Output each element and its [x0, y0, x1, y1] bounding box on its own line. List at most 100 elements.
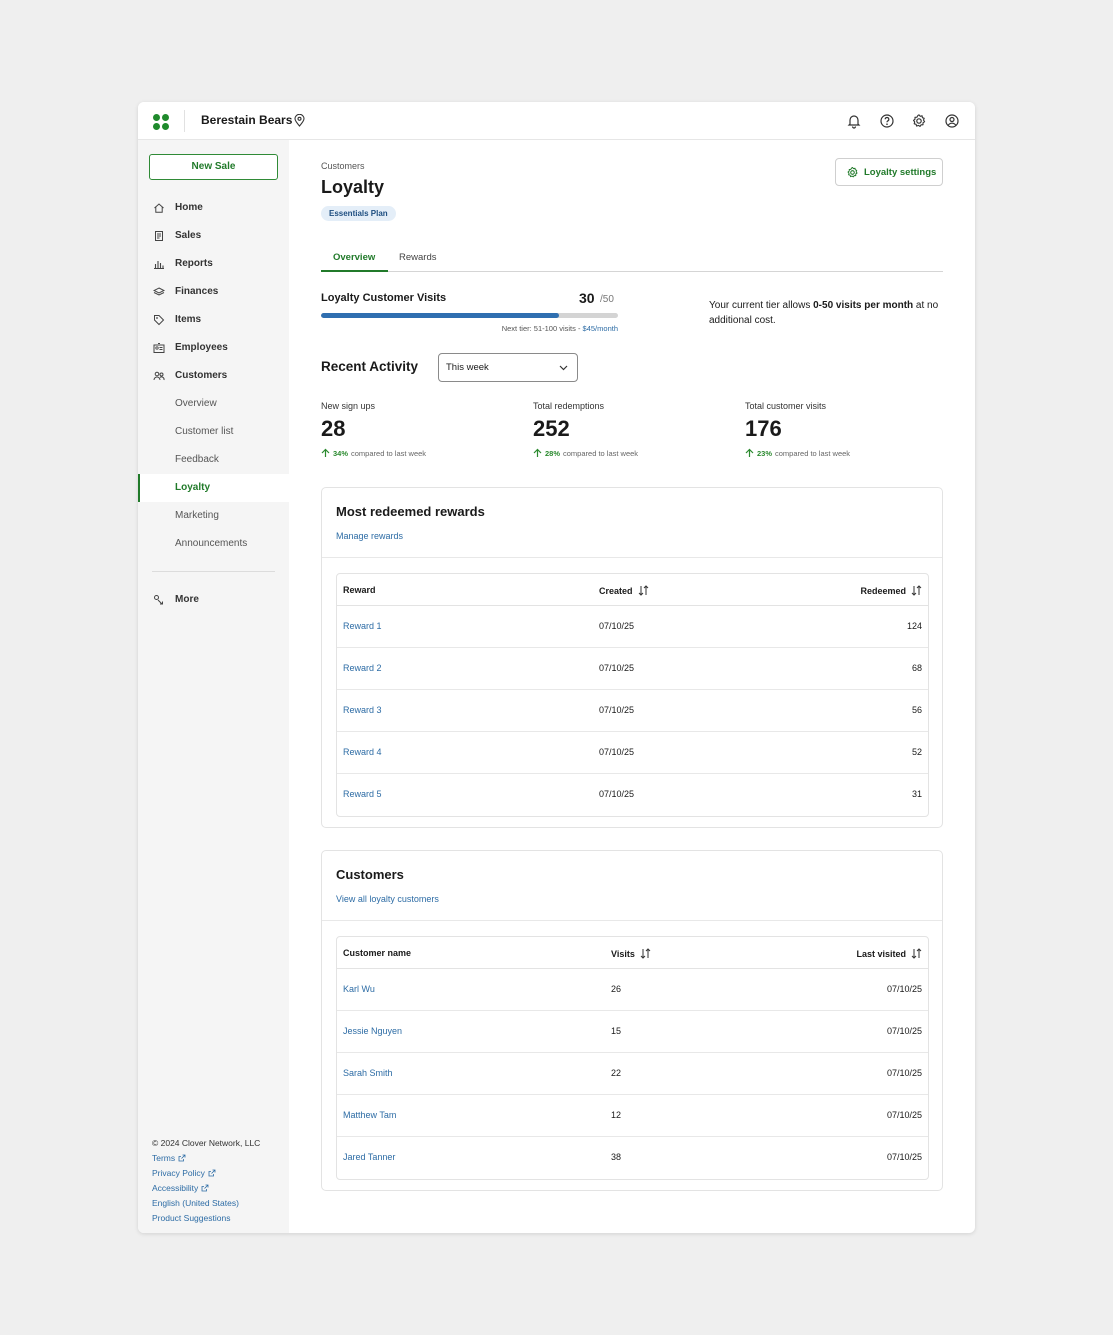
column-header-redeemed[interactable]: Redeemed: [860, 585, 922, 596]
new-sale-button[interactable]: New Sale: [149, 154, 278, 180]
loyalty-settings-button[interactable]: Loyalty settings: [835, 158, 943, 186]
reward-name-link[interactable]: Reward 3: [343, 705, 382, 715]
reward-name-link[interactable]: Reward 1: [343, 621, 382, 631]
receipt-icon: [155, 231, 163, 241]
column-header-visits[interactable]: Visits: [611, 948, 651, 959]
sidebar-item-more[interactable]: More: [138, 586, 289, 614]
stat-label: New sign ups: [321, 401, 376, 411]
sidebar-item-customers[interactable]: Customers: [138, 362, 289, 390]
visits-value: 30: [579, 290, 595, 306]
stat-value: 176: [745, 416, 782, 441]
sidebar-subitem-label: Loyalty: [175, 482, 211, 493]
help-icon[interactable]: [879, 113, 895, 129]
sidebar-item-label: Home: [175, 202, 203, 213]
sidebar-subitem-label: Customer list: [175, 426, 234, 437]
customer-name-link[interactable]: Matthew Tam: [343, 1110, 396, 1120]
card-title: Customers: [336, 867, 404, 882]
column-header-created[interactable]: Created: [599, 585, 649, 596]
sidebar-subitem-feedback[interactable]: Feedback: [138, 446, 289, 474]
language-link[interactable]: English (United States): [152, 1198, 260, 1208]
accessibility-link[interactable]: Accessibility: [152, 1183, 260, 1193]
sidebar-item-label: Customers: [175, 370, 228, 381]
tab-overview[interactable]: Overview: [333, 252, 375, 263]
next-tier-price-link[interactable]: $45/month: [583, 324, 618, 333]
arrow-up-icon: [321, 448, 330, 457]
stat-new-sign-ups: New sign ups 28 34% compared to last week: [321, 401, 521, 458]
sidebar-subitem-loyalty[interactable]: Loyalty: [138, 474, 289, 502]
manage-rewards-link[interactable]: Manage rewards: [336, 531, 403, 541]
customer-last-visited: 07/10/25: [886, 1026, 922, 1036]
account-icon[interactable]: [944, 113, 960, 129]
table-row: Matthew Tam 12 07/10/25: [337, 1095, 928, 1137]
card-title: Most redeemed rewards: [336, 504, 485, 519]
plan-badge: Essentials Plan: [321, 206, 396, 221]
header-divider: [184, 110, 185, 132]
table-row: Reward 2 07/10/25 68: [337, 648, 928, 690]
terms-link[interactable]: Terms: [152, 1153, 260, 1163]
bell-icon[interactable]: [846, 113, 862, 129]
reward-name-link[interactable]: Reward 5: [343, 789, 382, 799]
customer-name-link[interactable]: Jessie Nguyen: [343, 1026, 402, 1036]
id-card-icon: [153, 343, 165, 353]
sidebar-subitem-marketing[interactable]: Marketing: [138, 502, 289, 530]
reward-name-link[interactable]: Reward 4: [343, 747, 382, 757]
sidebar-subitem-label: Feedback: [175, 454, 219, 465]
sidebar-item-finances[interactable]: Finances: [138, 278, 289, 306]
sidebar-item-sales[interactable]: Sales: [138, 222, 289, 250]
sidebar-subitem-overview[interactable]: Overview: [138, 390, 289, 418]
merchant-name[interactable]: Berestain Bears: [201, 113, 292, 127]
customer-name-link[interactable]: Sarah Smith: [343, 1068, 393, 1078]
people-icon: [153, 371, 165, 381]
tier-description: Your current tier allows 0-50 visits per…: [709, 300, 939, 326]
reward-name-link[interactable]: Reward 2: [343, 663, 382, 673]
stat-total-redemptions: Total redemptions 252 28% compared to las…: [533, 401, 733, 458]
gear-icon[interactable]: [911, 113, 927, 129]
stat-change: 23% compared to last week: [745, 448, 945, 458]
next-tier-text: Next tier: 51-100 visits - $45/month: [501, 324, 618, 333]
customers-table: Customer name Visits Last visited Karl W…: [336, 936, 929, 1180]
tab-bar: Overview Rewards: [321, 246, 943, 272]
tab-rewards[interactable]: Rewards: [399, 252, 437, 263]
reward-created: 07/10/25: [599, 621, 635, 631]
sidebar-item-employees[interactable]: Employees: [138, 334, 289, 362]
reward-redeemed: 68: [911, 663, 922, 673]
visits-label: Loyalty Customer Visits: [321, 292, 447, 304]
stat-change: 28% compared to last week: [533, 448, 733, 458]
card-header: Most redeemed rewards Manage rewards: [322, 488, 942, 558]
table-row: Sarah Smith 22 07/10/25: [337, 1053, 928, 1095]
sidebar: New Sale Home Sales Reports Finances Ite…: [138, 140, 289, 1233]
stat-value: 252: [533, 416, 570, 441]
sidebar-item-reports[interactable]: Reports: [138, 250, 289, 278]
chevron-down-icon: [559, 365, 568, 371]
table-row: Karl Wu 26 07/10/25: [337, 969, 928, 1011]
most-redeemed-rewards-card: Most redeemed rewards Manage rewards Rew…: [321, 487, 943, 828]
customer-visits: 22: [611, 1068, 622, 1078]
customer-last-visited: 07/10/25: [886, 1068, 922, 1078]
breadcrumb[interactable]: Customers: [321, 161, 365, 171]
view-all-loyalty-customers-link[interactable]: View all loyalty customers: [336, 894, 439, 904]
app-window: Berestain Bears New Sale Home Sales Repo…: [138, 102, 975, 1233]
customer-visits: 26: [611, 984, 622, 994]
sidebar-item-home[interactable]: Home: [138, 194, 289, 222]
table-row: Jessie Nguyen 15 07/10/25: [337, 1011, 928, 1053]
product-suggestions-link[interactable]: Product Suggestions: [152, 1213, 260, 1223]
sidebar-subitem-customer-list[interactable]: Customer list: [138, 418, 289, 446]
location-pin-icon[interactable]: [294, 114, 305, 127]
clover-logo-icon[interactable]: [153, 114, 169, 130]
customer-name-link[interactable]: Jared Tanner: [343, 1152, 395, 1162]
copyright-text: © 2024 Clover Network, LLC: [152, 1138, 261, 1148]
column-header-last-visited[interactable]: Last visited: [856, 948, 922, 959]
external-link-icon: [208, 1169, 216, 1177]
reward-redeemed: 31: [911, 789, 922, 799]
home-icon: [154, 203, 164, 213]
period-select[interactable]: This week: [438, 353, 578, 382]
table-header: Customer name Visits Last visited: [337, 937, 928, 969]
sidebar-subitem-announcements[interactable]: Announcements: [138, 530, 289, 558]
privacy-policy-link[interactable]: Privacy Policy: [152, 1168, 260, 1178]
customer-name-link[interactable]: Karl Wu: [343, 984, 375, 994]
recent-activity-title: Recent Activity: [321, 359, 419, 374]
column-header-reward[interactable]: Reward: [343, 585, 376, 595]
sidebar-item-items[interactable]: Items: [138, 306, 289, 334]
table-row: Reward 5 07/10/25 31: [337, 774, 928, 816]
column-header-customer-name[interactable]: Customer name: [343, 948, 411, 958]
